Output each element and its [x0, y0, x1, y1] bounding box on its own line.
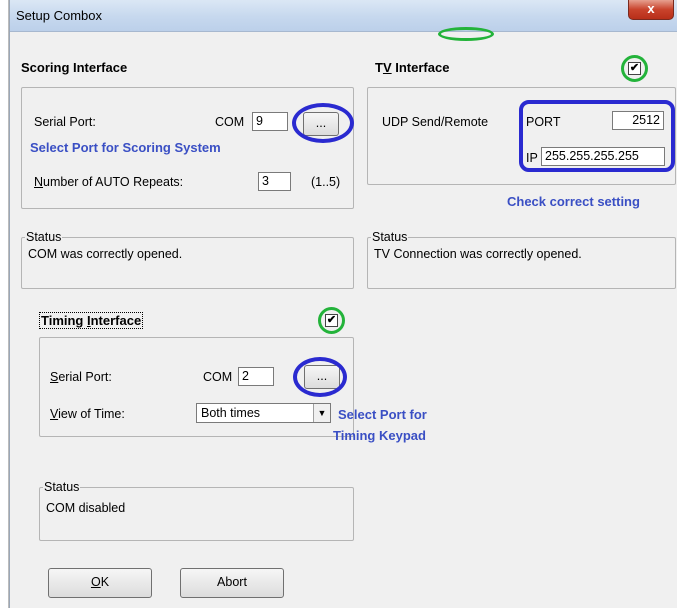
ok-button[interactable]: OK [48, 568, 152, 598]
auto-repeats-input[interactable]: 3 [258, 172, 291, 191]
scoring-com-input[interactable]: 9 [252, 112, 288, 131]
auto-repeats-label: Number of AUTO Repeats: [34, 175, 184, 189]
setup-combox-dialog: Setup Combox x Scoring Interface Serial … [9, 0, 677, 608]
window-title: Setup Combox [16, 8, 102, 23]
timing-status-text: COM disabled [46, 501, 126, 515]
timing-checkbox-annotation-circle [318, 307, 345, 334]
udp-send-remote-label: UDP Send/Remote [382, 115, 489, 129]
timing-annotation-line2: Timing Keypad [333, 428, 426, 443]
scoring-com-label: COM [215, 115, 245, 129]
chevron-down-icon[interactable]: ▼ [313, 404, 330, 422]
close-button[interactable]: x [628, 0, 674, 20]
scoring-serial-port-label: Serial Port: [34, 115, 96, 129]
timing-browse-annotation-circle [293, 357, 347, 397]
auto-repeats-range: (1..5) [311, 175, 341, 189]
tv-settings-annotation: Check correct setting [507, 194, 640, 209]
timing-interface-title: Timing Interface [39, 312, 144, 329]
tv-settings-box: UDP Send/Remote PORT 2512 IP 255.255.255… [367, 87, 676, 185]
scoring-status-text: COM was correctly opened. [28, 247, 183, 261]
timing-annotation-line1: Select Port for [338, 407, 427, 422]
tv-port-ip-annotation-frame [519, 100, 675, 172]
scoring-port-annotation: Select Port for Scoring System [30, 140, 221, 155]
abort-button[interactable]: Abort [180, 568, 284, 598]
scoring-status-legend: Status [25, 230, 63, 244]
scoring-settings-box: Serial Port: COM 9 ... Select Port for S… [21, 87, 354, 209]
timing-com-input[interactable]: 2 [238, 367, 274, 386]
view-of-time-label: View of Time: [50, 407, 125, 421]
tv-status-box: Status TV Connection was correctly opene… [367, 230, 676, 289]
view-of-time-select[interactable]: Both times ▼ [196, 403, 331, 423]
timing-serial-port-label: Serial Port: [50, 370, 112, 384]
timing-status-box: Status COM disabled [39, 480, 354, 541]
title-bar[interactable]: Setup Combox x [10, 0, 677, 32]
tv-interface-title: TV Interface [375, 60, 450, 75]
view-of-time-value: Both times [201, 406, 261, 420]
tv-checkbox-annotation-circle [621, 55, 648, 82]
timing-settings-box: Serial Port: COM 2 ... View of Time: Bot… [39, 337, 354, 437]
timing-status-legend: Status [43, 480, 81, 494]
scoring-interface-title: Scoring Interface [21, 60, 128, 75]
timing-com-label: COM [203, 370, 233, 384]
title-annotation-oval [438, 27, 494, 41]
scoring-browse-annotation-circle [292, 103, 354, 143]
tv-status-text: TV Connection was correctly opened. [374, 247, 582, 261]
tv-status-legend: Status [371, 230, 409, 244]
scoring-status-box: Status COM was correctly opened. [21, 230, 354, 289]
